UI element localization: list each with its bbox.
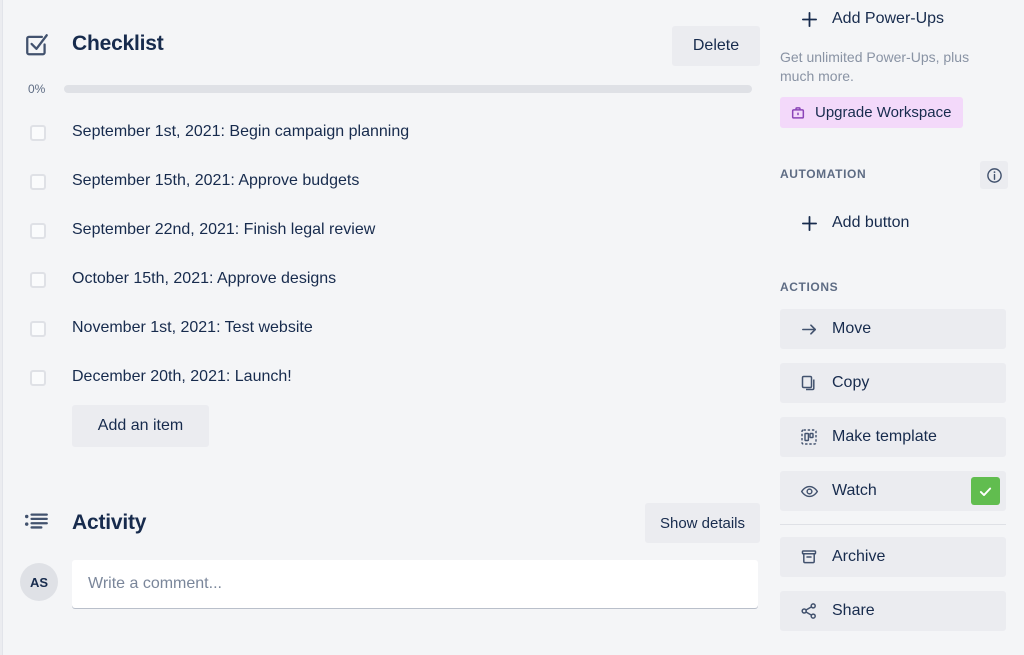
checklist-item-checkbox[interactable] (30, 271, 46, 288)
panel-left-edge (0, 0, 3, 655)
arrow-right-icon (798, 320, 820, 339)
actions-section-title: ACTIONS (780, 280, 839, 294)
checklist-item-label: September 15th, 2021: Approve budgets (72, 172, 360, 190)
comment-input[interactable] (72, 560, 758, 608)
checklist-progress-track (64, 85, 752, 93)
copy-icon (798, 374, 820, 392)
card-main-column: Checklist Delete 0% September 1st, 2021:… (4, 0, 776, 655)
archive-button[interactable]: Archive (780, 537, 1006, 577)
copy-button[interactable]: Copy (780, 363, 1006, 403)
watch-button[interactable]: Watch (780, 471, 1006, 511)
checkbox-checked-icon (24, 32, 50, 58)
show-details-button[interactable]: Show details (645, 503, 760, 543)
briefcase-icon (790, 105, 806, 121)
share-button[interactable]: Share (780, 591, 1006, 631)
checklist-item-checkbox[interactable] (30, 320, 46, 337)
checklist-item-checkbox[interactable] (30, 369, 46, 386)
card-detail-view: Checklist Delete 0% September 1st, 2021:… (0, 0, 1024, 655)
power-ups-blurb: Get unlimited Power-Ups, plus much more. (780, 49, 970, 84)
checklist-header: Checklist Delete (20, 26, 760, 66)
comment-composer: AS (20, 560, 764, 608)
eye-icon (798, 482, 820, 501)
checklist-item[interactable]: September 15th, 2021: Approve budgets (20, 157, 764, 206)
automation-section-title: AUTOMATION (780, 167, 867, 181)
checklist-item-checkbox[interactable] (30, 222, 46, 239)
delete-checklist-button[interactable]: Delete (672, 26, 760, 66)
checklist-item[interactable]: October 15th, 2021: Approve designs (20, 255, 764, 304)
activity-header: Activity Show details (20, 503, 760, 545)
checklist-item-checkbox[interactable] (30, 173, 46, 190)
make-template-button[interactable]: Make template (780, 417, 1006, 457)
plus-icon (798, 11, 820, 28)
move-button[interactable]: Move (780, 309, 1006, 349)
template-icon (798, 428, 820, 446)
watch-enabled-badge (971, 477, 1000, 505)
checklist-progress: 0% (20, 80, 764, 98)
checklist-item[interactable]: December 20th, 2021: Launch! (20, 353, 764, 402)
checklist-item-label: September 1st, 2021: Begin campaign plan… (72, 123, 410, 141)
add-checklist-item-button[interactable]: Add an item (72, 405, 209, 447)
plus-icon (798, 215, 820, 232)
upgrade-workspace-label: Upgrade Workspace (815, 104, 952, 121)
watch-button-label: Watch (832, 482, 877, 499)
add-automation-button[interactable]: Add button (780, 204, 1006, 242)
activity-list-icon (24, 512, 50, 536)
checklist-items: September 1st, 2021: Begin campaign plan… (20, 108, 764, 402)
card-sidebar: Add Power-Ups Get unlimited Power-Ups, p… (776, 0, 1024, 655)
upgrade-workspace-button[interactable]: Upgrade Workspace (780, 97, 964, 128)
copy-button-label: Copy (832, 374, 870, 391)
archive-icon (798, 548, 820, 566)
add-power-ups-button[interactable]: Add Power-Ups (780, 0, 1006, 38)
checklist-item-label: December 20th, 2021: Launch! (72, 368, 292, 386)
checklist-item-checkbox[interactable] (30, 124, 46, 141)
checklist-item[interactable]: September 1st, 2021: Begin campaign plan… (20, 108, 764, 157)
make-template-button-label: Make template (832, 428, 937, 445)
move-button-label: Move (832, 320, 872, 337)
checklist-item[interactable]: November 1st, 2021: Test website (20, 304, 764, 353)
archive-button-label: Archive (832, 548, 886, 565)
avatar[interactable]: AS (20, 563, 58, 601)
checklist-item-label: September 22nd, 2021: Finish legal revie… (72, 221, 376, 239)
checklist-progress-percent: 0% (28, 82, 46, 96)
automation-info-button[interactable] (980, 161, 1008, 189)
add-automation-button-label: Add button (832, 214, 910, 231)
share-icon (798, 602, 820, 620)
checklist-item[interactable]: September 22nd, 2021: Finish legal revie… (20, 206, 764, 255)
add-power-ups-label: Add Power-Ups (832, 10, 945, 27)
activity-title: Activity (72, 511, 147, 534)
share-button-label: Share (832, 602, 875, 619)
checklist-item-label: October 15th, 2021: Approve designs (72, 270, 337, 288)
checklist-item-label: November 1st, 2021: Test website (72, 319, 313, 337)
checklist-title: Checklist (72, 32, 164, 55)
actions-divider (780, 524, 1006, 525)
